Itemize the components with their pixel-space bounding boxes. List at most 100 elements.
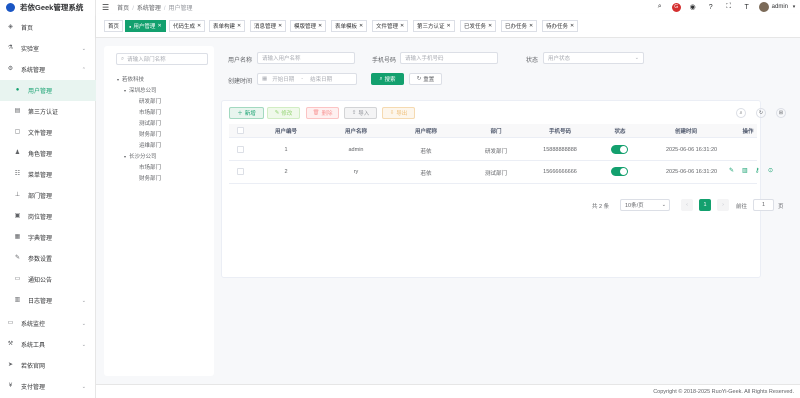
sidebar-item-roles[interactable]: ♟ 角色管理: [0, 143, 96, 164]
row-checkbox[interactable]: [237, 146, 244, 153]
username-input[interactable]: 请输入用户名称: [257, 52, 355, 64]
edit-icon[interactable]: ✎: [729, 167, 734, 174]
close-icon[interactable]: ✕: [359, 23, 363, 29]
tree-node-finance[interactable]: 财务部门: [139, 130, 161, 138]
edit-button[interactable]: ✎ 修改: [267, 107, 300, 119]
question-icon[interactable]: ?: [705, 1, 717, 13]
tree-node-root[interactable]: ▾ 若依科技: [117, 75, 144, 83]
sidebar-item-users[interactable]: ● 用户管理: [0, 80, 96, 101]
col-user-id[interactable]: 用户编号: [266, 127, 306, 135]
username[interactable]: admin: [772, 4, 788, 10]
delete-icon[interactable]: ▥: [742, 167, 748, 174]
sidebar-item-system[interactable]: ⚙ 系统管理 ⌃: [0, 59, 96, 80]
tag-templates[interactable]: 模版管理 ✕: [290, 20, 327, 32]
sidebar-item-files[interactable]: ▢ 文件管理: [0, 122, 96, 143]
avatar[interactable]: [758, 2, 769, 12]
col-username[interactable]: 用户名称: [336, 127, 376, 135]
breadcrumb-home[interactable]: 首页: [117, 6, 129, 12]
status-switch[interactable]: [611, 145, 628, 154]
goto-page-input[interactable]: 1: [753, 199, 774, 211]
export-button[interactable]: ⇩ 导出: [382, 107, 415, 119]
tag-home[interactable]: 首页: [104, 20, 124, 32]
tag-todo-tasks[interactable]: 待办任务 ✕: [542, 20, 579, 32]
status-select[interactable]: 用户状态 ⌄: [543, 52, 644, 64]
sidebar-item-params[interactable]: ✎ 参数设置: [0, 248, 96, 269]
tree-node-changsha[interactable]: ▾ 长沙分公司: [124, 152, 157, 160]
page-number-button[interactable]: 1: [699, 199, 711, 211]
tree-node-cs-finance[interactable]: 财务部门: [139, 174, 161, 182]
app-logo[interactable]: 若依Geek管理系统: [0, 0, 95, 14]
col-dept[interactable]: 部门: [476, 127, 516, 135]
sidebar-item-dict[interactable]: ▦ 字典管理: [0, 227, 96, 248]
refresh-icon[interactable]: ↻: [756, 108, 766, 118]
col-created[interactable]: 创建时间: [666, 127, 706, 135]
col-nickname[interactable]: 用户昵称: [406, 127, 446, 135]
close-icon[interactable]: ✕: [400, 23, 404, 29]
sidebar-item-website[interactable]: ➤ 若依官网: [0, 355, 96, 376]
close-icon[interactable]: ✕: [157, 23, 161, 29]
tree-node-shenzhen[interactable]: ▾ 深圳总公司: [124, 86, 157, 94]
sidebar-item-menus[interactable]: ☷ 菜单管理: [0, 164, 96, 185]
tag-sent-tasks[interactable]: 已发任务 ✕: [460, 20, 497, 32]
search-icon[interactable]: ⌕: [654, 1, 666, 13]
circle-check-icon[interactable]: ⊙: [768, 167, 773, 174]
delete-button[interactable]: 🗑 删除: [306, 107, 339, 119]
sidebar-item-departments[interactable]: ⊥ 部门管理: [0, 185, 96, 206]
col-phone[interactable]: 手机号码: [540, 127, 580, 135]
columns-icon[interactable]: ⊞: [776, 108, 786, 118]
font-size-icon[interactable]: T: [741, 1, 753, 13]
close-icon[interactable]: ✕: [447, 23, 451, 29]
sidebar-item-third-party-auth[interactable]: ▤ 第三方认证: [0, 101, 96, 122]
prev-page-button[interactable]: ‹: [681, 199, 693, 211]
next-page-button[interactable]: ›: [717, 199, 729, 211]
tag-third-party-auth[interactable]: 第三方认证 ✕: [413, 20, 455, 32]
tree-node-rd[interactable]: 研发部门: [139, 97, 161, 105]
fullscreen-icon[interactable]: ⛶: [723, 1, 735, 13]
tree-node-marketing[interactable]: 市场部门: [139, 108, 161, 116]
gitee-icon[interactable]: G: [671, 2, 681, 12]
sidebar-item-notices[interactable]: ▭ 通知公告: [0, 269, 96, 290]
sidebar-item-logs[interactable]: ▥ 日志管理 ⌄: [0, 290, 96, 311]
sidebar-item-home[interactable]: ◈ 首页: [0, 17, 96, 38]
sidebar-item-payments[interactable]: ¥ 支付管理 ⌄: [0, 376, 96, 397]
tag-messages[interactable]: 消息管理 ✕: [250, 20, 287, 32]
tag-form-templates[interactable]: 表单模板 ✕: [331, 20, 368, 32]
tag-form-build[interactable]: 表单构建 ✕: [209, 20, 246, 32]
select-all-checkbox[interactable]: [237, 127, 244, 134]
close-icon[interactable]: ✕: [197, 23, 201, 29]
github-icon[interactable]: ◉: [687, 1, 699, 13]
import-button[interactable]: ⇪ 导入: [344, 107, 377, 119]
col-status[interactable]: 状态: [600, 127, 640, 135]
tag-files[interactable]: 文件管理 ✕: [372, 20, 409, 32]
sidebar-item-lab[interactable]: ⚗ 实验室 ⌄: [0, 38, 96, 59]
caret-down-icon[interactable]: ▾: [791, 1, 797, 13]
tree-node-cs-marketing[interactable]: 市场部门: [139, 163, 161, 171]
close-icon[interactable]: ✕: [237, 23, 241, 29]
add-button[interactable]: ＋新增: [229, 107, 264, 119]
status-switch[interactable]: [611, 167, 628, 176]
hamburger-icon[interactable]: ☰: [102, 3, 109, 12]
sidebar-item-monitor[interactable]: ▭ 系统监控 ⌄: [0, 313, 96, 334]
date-range-picker[interactable]: ▦ 开始日期 - 结束日期: [257, 73, 357, 85]
close-icon[interactable]: ✕: [278, 23, 282, 29]
reset-button[interactable]: ↻ 重置: [409, 73, 442, 85]
close-icon[interactable]: ✕: [570, 23, 574, 29]
dept-search-input[interactable]: ⌕ 请输入部门名称: [116, 53, 208, 65]
upload-icon: ⇪: [351, 110, 357, 116]
phone-input[interactable]: 请输入手机号码: [400, 52, 498, 64]
close-icon[interactable]: ✕: [529, 23, 533, 29]
tag-user-management[interactable]: ● 用户管理 ✕: [125, 20, 166, 32]
tag-done-tasks[interactable]: 已办任务 ✕: [501, 20, 538, 32]
close-icon[interactable]: ✕: [488, 23, 492, 29]
tree-node-testing[interactable]: 测试部门: [139, 119, 161, 127]
tree-node-ops[interactable]: 运维部门: [139, 141, 161, 149]
page-size-select[interactable]: 10条/页 ⌄: [620, 199, 670, 211]
toggle-search-icon[interactable]: ⌕: [736, 108, 746, 118]
row-checkbox[interactable]: [237, 168, 244, 175]
sidebar-item-posts[interactable]: ▣ 岗位管理: [0, 206, 96, 227]
search-button[interactable]: ⌕ 搜索: [371, 73, 404, 85]
tag-codegen[interactable]: 代码生成 ✕: [169, 20, 206, 32]
sidebar-item-tools[interactable]: ⚒ 系统工具 ⌄: [0, 334, 96, 355]
close-icon[interactable]: ✕: [318, 23, 322, 29]
key-icon[interactable]: ⚷: [755, 167, 759, 174]
